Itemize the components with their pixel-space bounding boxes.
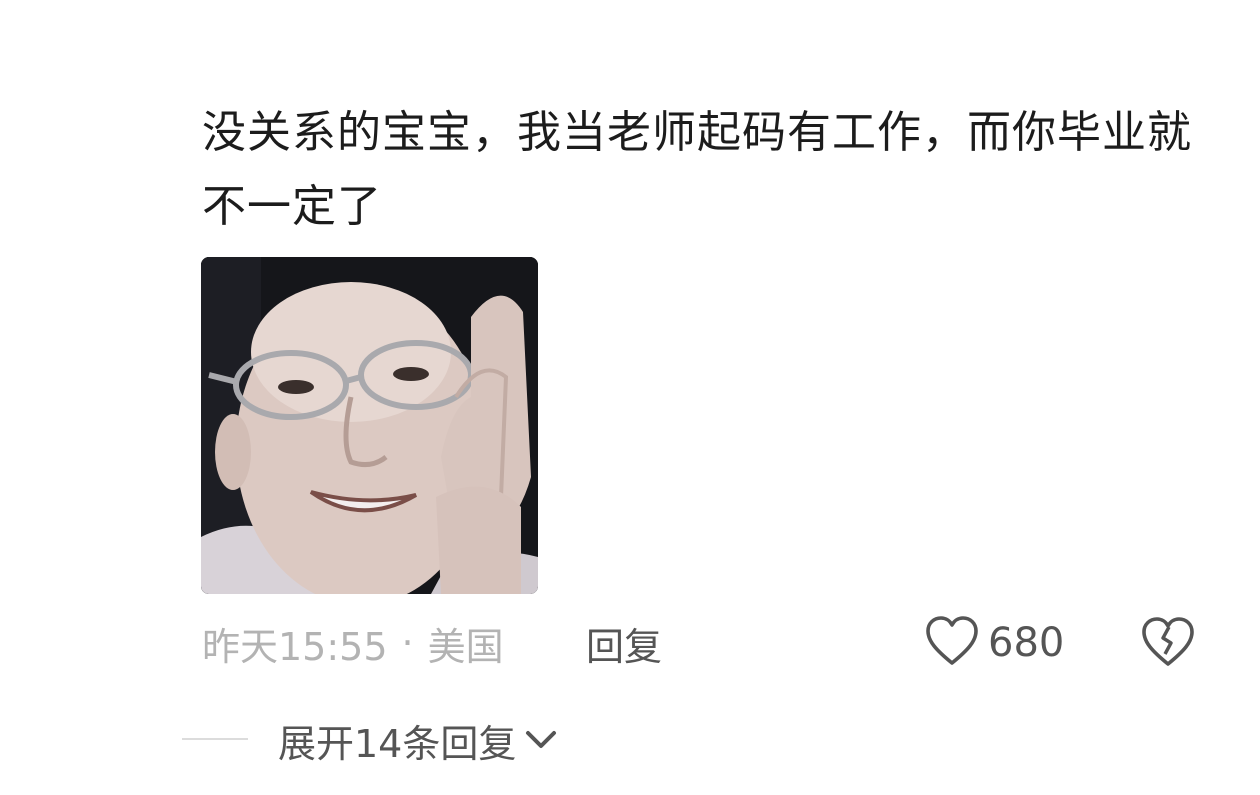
broken-heart-icon xyxy=(1140,617,1196,674)
dislike-button[interactable] xyxy=(1140,614,1196,672)
replies-divider xyxy=(182,738,248,740)
comment-text: 没关系的宝宝，我当老师起码有工作，而你毕业就不一定了 xyxy=(202,107,1192,232)
like-button[interactable]: 680 xyxy=(924,612,1064,674)
comment-location: 美国 xyxy=(427,624,504,669)
comment-item: 没关系的宝宝，我当老师起码有工作，而你毕业就不一定了 昨天15:55 · 美国 … xyxy=(0,0,1260,795)
heart-outline-icon xyxy=(924,614,980,672)
meme-photo xyxy=(201,257,538,594)
chevron-down-icon xyxy=(524,729,558,751)
reply-button[interactable]: 回复 xyxy=(586,614,662,672)
expand-replies-button[interactable]: 展开14条回复 xyxy=(278,712,558,768)
expand-replies-label: 展开14条回复 xyxy=(278,721,517,766)
like-count: 680 xyxy=(988,620,1065,666)
meta-separator: · xyxy=(401,621,414,665)
comment-image[interactable] xyxy=(201,257,538,594)
comment-time: 昨天15:55 xyxy=(202,624,388,669)
comment-meta: 昨天15:55 · 美国 xyxy=(202,614,504,672)
